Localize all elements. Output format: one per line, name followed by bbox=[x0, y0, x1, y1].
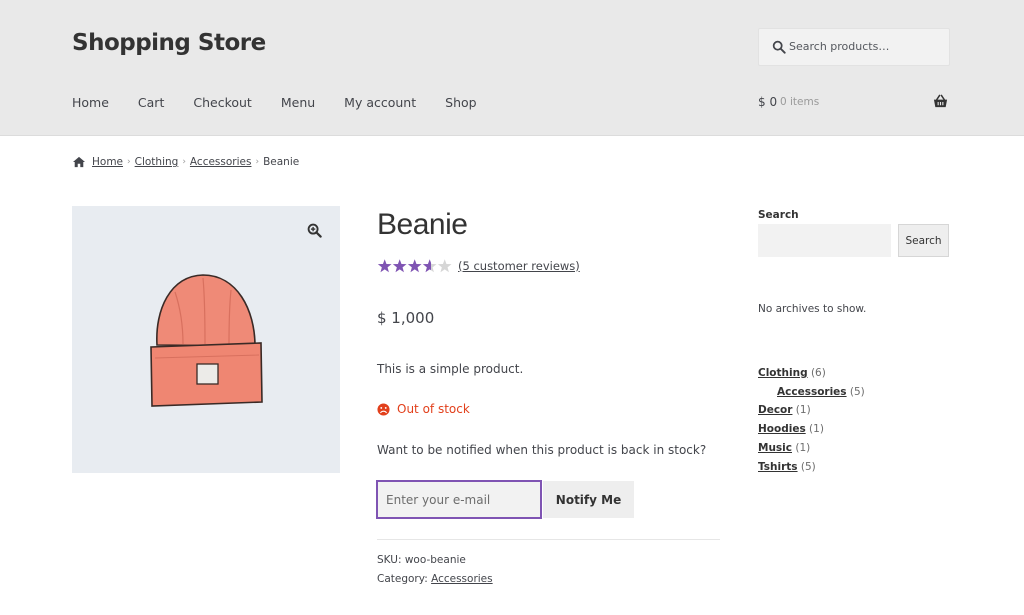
short-description: This is a simple product. bbox=[377, 362, 524, 376]
star-icon bbox=[392, 259, 407, 273]
breadcrumb-current: Beanie bbox=[263, 156, 300, 168]
notify-prompt: Want to be notified when this product is… bbox=[377, 443, 707, 457]
category-link-hoodies[interactable]: Hoodies bbox=[758, 423, 806, 435]
star-icon bbox=[422, 259, 437, 273]
breadcrumb-separator: › bbox=[182, 157, 186, 167]
category-list: Clothing (6) Accessories (5) Decor (1) H… bbox=[758, 364, 865, 476]
no-archives-text: No archives to show. bbox=[758, 303, 867, 315]
category-count: (6) bbox=[810, 367, 826, 379]
meta-divider bbox=[377, 539, 720, 540]
sidebar-search-label: Search bbox=[758, 209, 799, 221]
category-count: (1) bbox=[795, 404, 811, 417]
category-item-clothing: Clothing (6) bbox=[758, 364, 865, 383]
nav-item-menu[interactable]: Menu bbox=[281, 95, 315, 110]
category-count: (5) bbox=[800, 460, 816, 473]
nav-item-shop[interactable]: Shop bbox=[445, 95, 476, 110]
category-item-music: Music (1) bbox=[758, 439, 865, 458]
nav-item-checkout[interactable]: Checkout bbox=[193, 95, 251, 110]
product-search-field[interactable]: Search products… bbox=[758, 28, 950, 66]
category-item-tshirts: Tshirts (5) bbox=[758, 458, 865, 477]
star-rating bbox=[377, 259, 452, 273]
stock-status: Out of stock bbox=[377, 402, 470, 416]
sidebar-search-button[interactable]: Search bbox=[898, 224, 949, 257]
category-link-music[interactable]: Music bbox=[758, 442, 792, 454]
home-icon bbox=[73, 156, 85, 168]
nav-item-my-account[interactable]: My account bbox=[344, 95, 416, 110]
beanie-illustration bbox=[150, 274, 263, 407]
sku-value: woo-beanie bbox=[404, 554, 466, 566]
category-label: Category: bbox=[377, 573, 432, 585]
nav-item-home[interactable]: Home bbox=[72, 95, 109, 110]
category-link-accessories[interactable]: Accessories bbox=[777, 386, 847, 398]
category-item-decor: Decor (1) bbox=[758, 401, 865, 420]
notify-me-button[interactable]: Notify Me bbox=[543, 481, 634, 518]
breadcrumb-separator: › bbox=[127, 157, 131, 167]
nav-item-cart[interactable]: Cart bbox=[138, 95, 164, 110]
category-count: (1) bbox=[809, 423, 824, 436]
sad-face-icon bbox=[377, 402, 390, 416]
search-icon bbox=[772, 40, 786, 54]
breadcrumb-clothing[interactable]: Clothing bbox=[135, 156, 179, 168]
category-count: (1) bbox=[795, 441, 811, 454]
cart-count: 0 items bbox=[780, 96, 820, 108]
product-category: Category: Accessories bbox=[377, 573, 493, 585]
primary-nav: Home Cart Checkout Menu My account Shop bbox=[72, 95, 506, 110]
category-link-clothing[interactable]: Clothing bbox=[758, 367, 808, 379]
site-title[interactable]: Shopping Store bbox=[72, 30, 266, 56]
breadcrumb-home[interactable]: Home bbox=[92, 156, 123, 168]
search-placeholder: Search products… bbox=[789, 40, 890, 53]
sku-label: SKU: bbox=[377, 554, 405, 566]
product-title: Beanie bbox=[377, 208, 468, 241]
category-item-hoodies: Hoodies (1) bbox=[758, 420, 865, 439]
sidebar-search-input[interactable] bbox=[758, 224, 891, 257]
star-icon bbox=[437, 259, 452, 273]
star-icon bbox=[407, 259, 422, 273]
header-cart[interactable]: $ 0 0 items bbox=[758, 94, 950, 113]
cart-amount: $ 0 bbox=[758, 95, 778, 109]
reviews-link[interactable]: (5 customer reviews) bbox=[458, 259, 580, 273]
category-link[interactable]: Accessories bbox=[431, 573, 493, 585]
zoom-icon[interactable] bbox=[307, 223, 322, 238]
breadcrumb-accessories[interactable]: Accessories bbox=[190, 156, 252, 168]
breadcrumb-separator: › bbox=[255, 157, 260, 167]
category-count: (5) bbox=[849, 385, 865, 398]
basket-icon bbox=[933, 94, 948, 108]
product-sku: SKU: woo-beanie bbox=[377, 554, 466, 566]
category-link-decor[interactable]: Decor bbox=[758, 404, 792, 416]
breadcrumb: Home › Clothing › Accessories › Beanie bbox=[72, 156, 299, 168]
site-header: Shopping Store Search products… Home Car… bbox=[0, 0, 1024, 136]
product-price: $ 1,000 bbox=[377, 309, 435, 327]
notify-email-input[interactable] bbox=[376, 480, 542, 519]
product-rating: (5 customer reviews) bbox=[377, 258, 580, 274]
category-item-accessories: Accessories (5) bbox=[758, 383, 865, 402]
stock-status-text: Out of stock bbox=[397, 402, 470, 416]
star-icon bbox=[377, 259, 392, 273]
category-link-tshirts[interactable]: Tshirts bbox=[758, 461, 798, 473]
